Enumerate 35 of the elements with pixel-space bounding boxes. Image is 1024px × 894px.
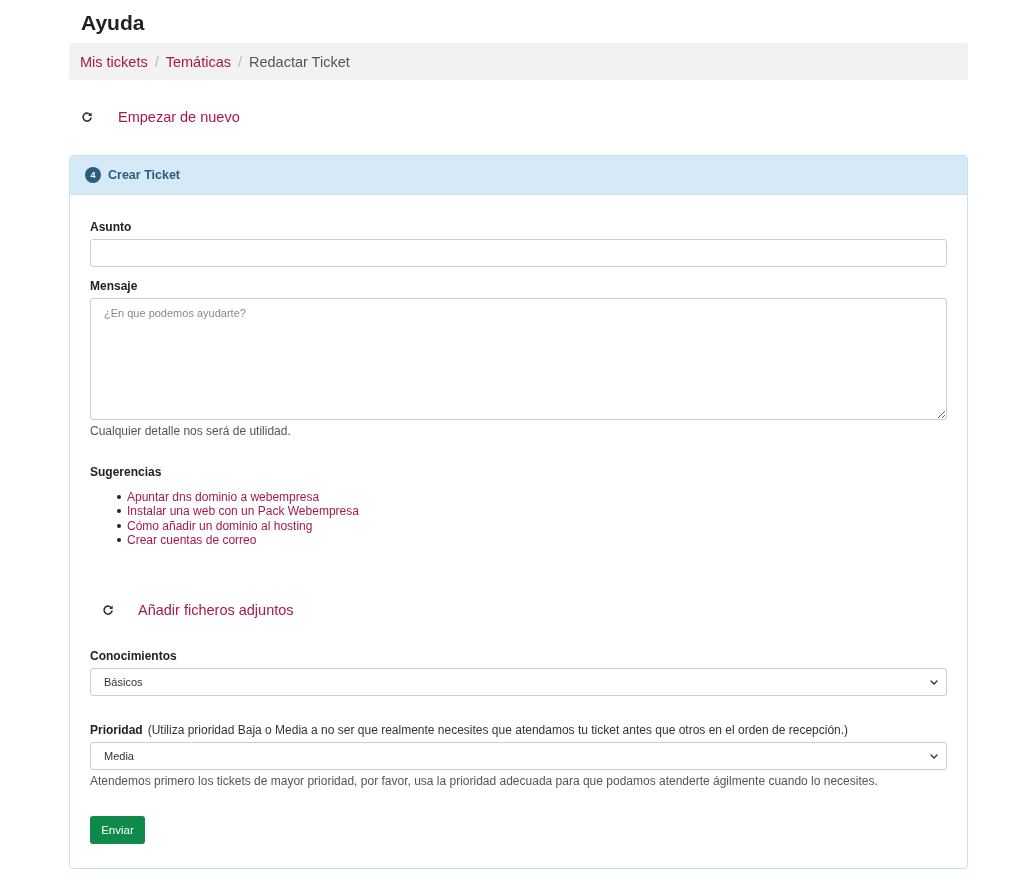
priority-select[interactable]: Media	[90, 742, 947, 771]
field-label: Prioridad	[90, 723, 143, 738]
field-label: Conocimientos	[90, 649, 178, 664]
step-badge: 4	[85, 167, 101, 183]
panel-title: Crear Ticket	[108, 168, 181, 182]
chevron-down-icon	[930, 753, 938, 759]
bullet-icon	[117, 495, 121, 500]
field-label: Asunto	[90, 220, 133, 234]
breadcrumb-current: Redactar Ticket	[249, 53, 350, 70]
page-title: Ayuda	[81, 10, 146, 36]
restart-link[interactable]: Empezar de nuevo	[118, 109, 240, 125]
chevron-down-icon	[930, 679, 938, 685]
message-textarea[interactable]: ¿En que podemos ayudarte?	[90, 298, 947, 420]
suggestion-link[interactable]: Apuntar dns dominio a webempresa	[127, 490, 320, 505]
knowledge-select[interactable]: Básicos	[90, 668, 947, 697]
bullet-icon	[117, 523, 121, 528]
field-label: Mensaje	[90, 279, 139, 293]
suggestion-link[interactable]: Crear cuentas de correo	[127, 533, 257, 548]
suggestion-link[interactable]: Cómo añadir un dominio al hosting	[127, 518, 313, 533]
bullet-icon	[117, 509, 121, 514]
attachments-link[interactable]: Añadir ficheros adjuntos	[138, 602, 294, 619]
breadcrumb-link[interactable]: Mis tickets	[80, 53, 148, 70]
field-note: (Utiliza prioridad Baja o Media a no ser que realmente necesites que atendamos tu ticket antes que otros en el orden de recepción.)	[147, 723, 849, 738]
suggestions-heading: Sugerencias	[90, 465, 163, 479]
breadcrumb-link[interactable]: Temáticas	[165, 53, 231, 70]
bullet-icon	[117, 538, 121, 543]
subject-input[interactable]	[90, 239, 947, 267]
help-text: Atendemos primero los tickets de mayor prioridad, por favor, usa la prioridad adecuada para que podamos atenderte ágilmente cuando lo necesites.	[90, 774, 879, 789]
suggestion-link[interactable]: Instalar una web con un Pack Webempresa	[127, 504, 359, 519]
breadcrumb-separator: /	[238, 53, 242, 70]
refresh-icon	[81, 111, 93, 123]
help-text: Cualquier detalle nos será de utilidad.	[90, 424, 292, 438]
submit-button[interactable]: Enviar	[90, 816, 145, 845]
breadcrumb-separator: /	[154, 53, 159, 70]
refresh-icon	[102, 604, 114, 617]
